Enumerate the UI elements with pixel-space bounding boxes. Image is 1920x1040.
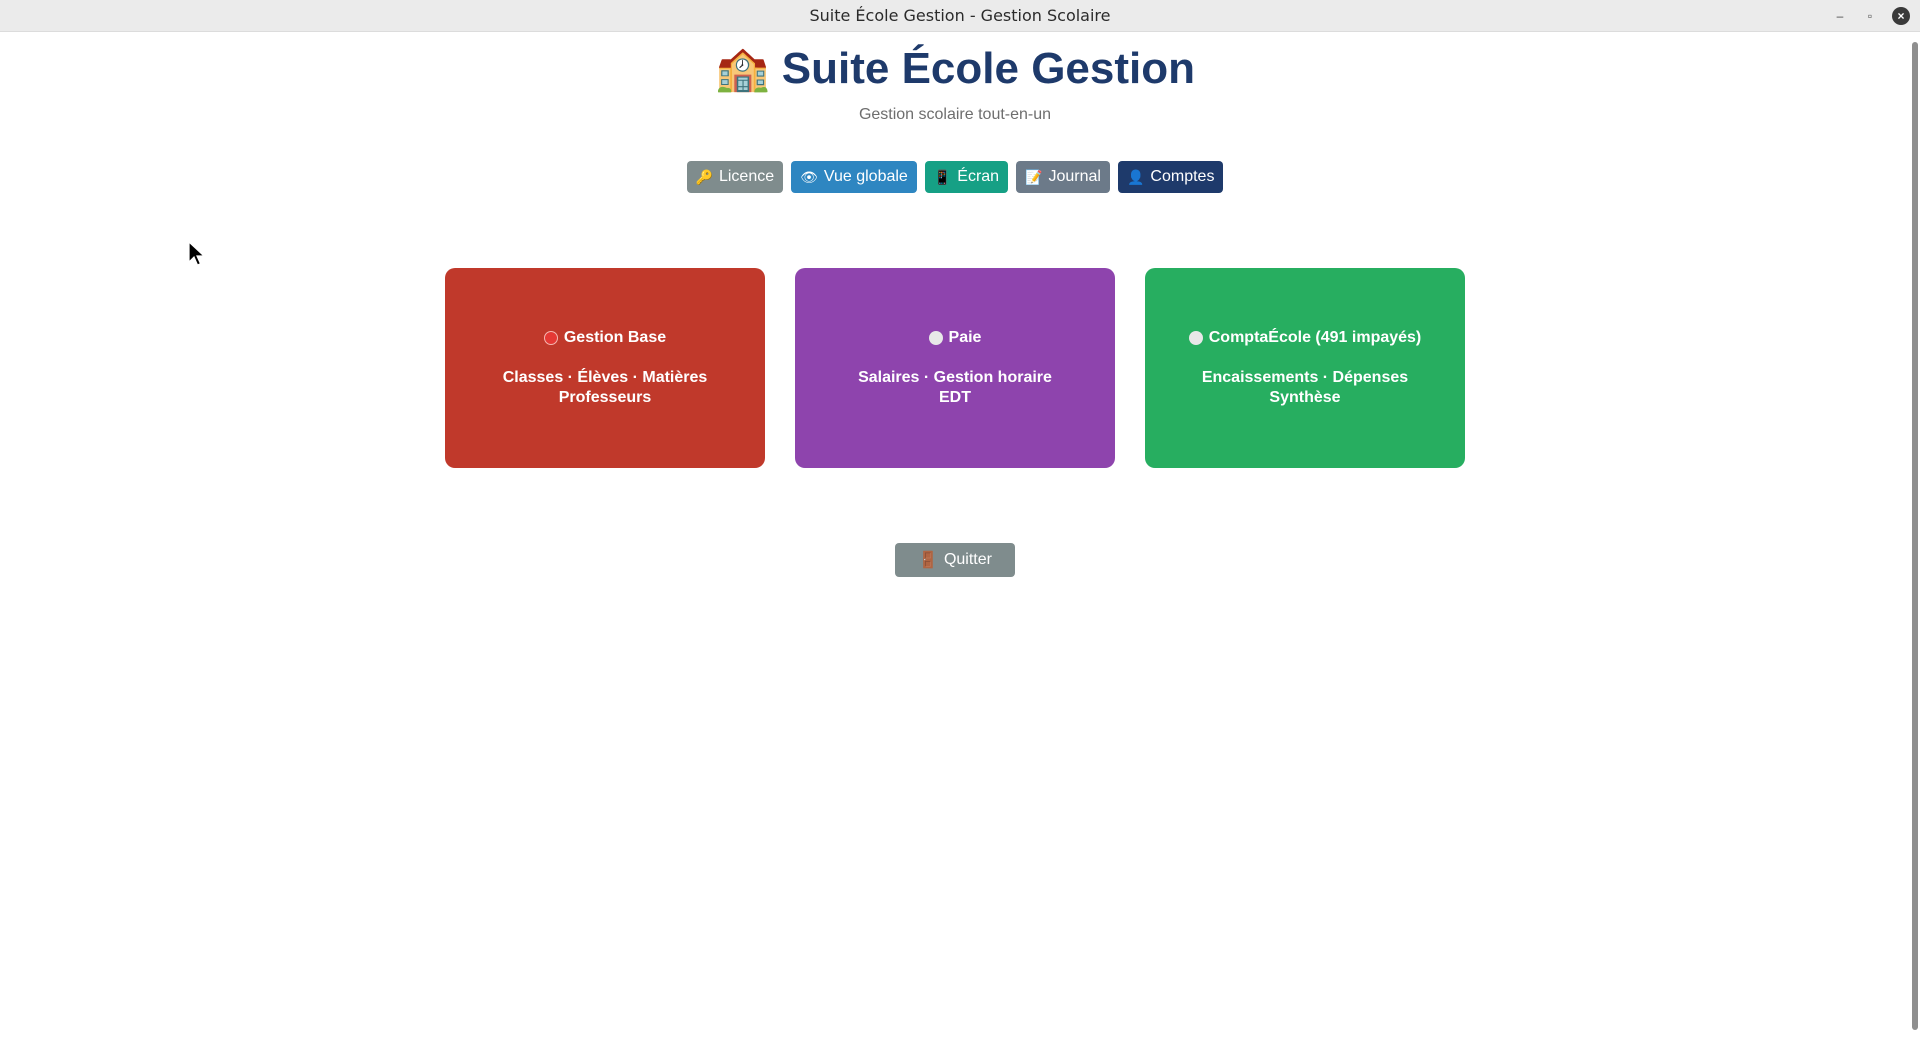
- toolbar: 🔑 Licence 👁 Vue globale 📱 Écran 📝 Journa…: [0, 161, 1910, 193]
- close-button[interactable]: ×: [1892, 7, 1910, 25]
- card-description-2: EDT: [939, 389, 971, 406]
- screen-label: Écran: [957, 168, 1000, 185]
- maximize-button[interactable]: ▫: [1862, 8, 1878, 24]
- accounts-label: Comptes: [1150, 168, 1215, 185]
- status-dot-icon: [928, 331, 943, 345]
- quit-area: 🚪 Quitter: [0, 543, 1910, 577]
- app-title-text: Suite École Gestion: [781, 44, 1195, 93]
- school-icon: 🏫: [714, 44, 770, 93]
- card-description: Salaires · Gestion horaire: [858, 369, 1052, 386]
- window-titlebar: Suite École Gestion - Gestion Scolaire –…: [0, 0, 1920, 32]
- journal-button[interactable]: 📝 Journal: [1016, 161, 1110, 193]
- card-title-text: Gestion Base: [563, 329, 667, 346]
- status-dot-icon: [1188, 331, 1203, 345]
- card-title: Gestion Base: [543, 329, 667, 347]
- card-gestion-base[interactable]: Gestion Base Classes · Élèves · Matières…: [445, 268, 765, 468]
- status-dot-icon: [543, 331, 558, 345]
- mouse-cursor-icon: [188, 241, 206, 266]
- page-title: 🏫 Suite École Gestion: [715, 44, 1195, 94]
- journal-label: Journal: [1048, 168, 1101, 185]
- card-description: Classes · Élèves · Matières: [502, 369, 708, 386]
- module-cards: Gestion Base Classes · Élèves · Matières…: [0, 268, 1910, 468]
- key-icon: 🔑: [695, 168, 713, 185]
- phone-icon: 📱: [933, 168, 952, 185]
- card-compta-ecole[interactable]: ComptaÉcole (491 impayés) Encaissements …: [1145, 268, 1465, 468]
- header: 🏫 Suite École Gestion Gestion scolaire t…: [0, 44, 1910, 124]
- card-title: Paie: [928, 329, 982, 347]
- vertical-scrollbar[interactable]: [1912, 42, 1918, 1030]
- minimize-button[interactable]: –: [1832, 8, 1848, 24]
- screen-button[interactable]: 📱 Écran: [924, 161, 1009, 193]
- quit-button[interactable]: 🚪 Quitter: [895, 543, 1015, 577]
- card-title-text: Paie: [948, 329, 982, 346]
- card-title: ComptaÉcole (491 impayés): [1188, 329, 1422, 347]
- window-title: Suite École Gestion - Gestion Scolaire: [809, 6, 1111, 25]
- memo-icon: 📝: [1025, 168, 1043, 185]
- global-view-label: Vue globale: [823, 168, 908, 185]
- global-view-button[interactable]: 👁 Vue globale: [791, 161, 917, 193]
- eye-icon: 👁: [800, 168, 818, 185]
- accounts-button[interactable]: 👤 Comptes: [1117, 161, 1224, 193]
- licence-button[interactable]: 🔑 Licence: [686, 161, 784, 193]
- door-icon: 🚪: [918, 552, 938, 569]
- card-description: Encaissements · Dépenses: [1201, 369, 1409, 386]
- licence-label: Licence: [718, 168, 775, 185]
- app-subtitle: Gestion scolaire tout-en-un: [858, 106, 1052, 123]
- card-description-2: Professeurs: [558, 389, 652, 406]
- card-description-2: Synthèse: [1269, 389, 1341, 406]
- user-icon: 👤: [1126, 168, 1145, 185]
- card-title-text: ComptaÉcole (491 impayés): [1208, 329, 1422, 346]
- quit-label: Quitter: [943, 551, 992, 568]
- window-controls: – ▫ ×: [1832, 0, 1910, 32]
- card-paie[interactable]: Paie Salaires · Gestion horaire EDT: [795, 268, 1115, 468]
